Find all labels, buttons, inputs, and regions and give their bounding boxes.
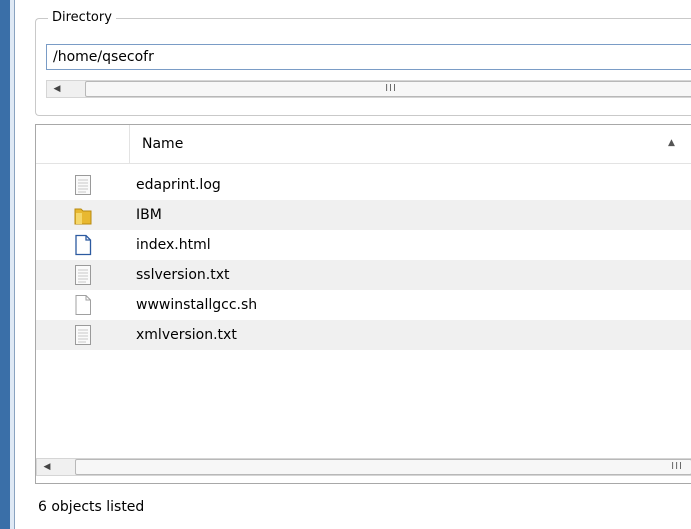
scroll-thumb[interactable]: III: [85, 81, 691, 97]
list-item[interactable]: edaprint.log: [36, 170, 691, 200]
html-file-icon: [75, 234, 92, 256]
scroll-left-arrow-icon[interactable]: ◀: [37, 459, 57, 475]
status-text: 6 objects listed: [38, 499, 145, 515]
window-frame-line: [14, 0, 15, 529]
scroll-thumb[interactable]: III: [75, 459, 691, 475]
file-name: sslversion.txt: [136, 267, 230, 283]
list-header: Name ▲: [36, 125, 691, 164]
list-item[interactable]: wwwinstallgcc.sh: [36, 290, 691, 320]
directory-legend: Directory: [48, 8, 116, 28]
directory-path-field[interactable]: /home/qsecofr: [46, 44, 691, 70]
blank-file-icon: [75, 295, 91, 315]
directory-horizontal-scrollbar[interactable]: ◀ III: [46, 80, 691, 98]
list-item[interactable]: IBM: [36, 200, 691, 230]
list-horizontal-scrollbar[interactable]: ◀ III: [36, 458, 691, 476]
file-name: index.html: [136, 237, 211, 253]
file-name: wwwinstallgcc.sh: [136, 297, 258, 313]
text-file-icon: [75, 325, 91, 345]
file-name: edaprint.log: [136, 177, 221, 193]
text-file-icon: [75, 265, 91, 285]
text-file-icon: [75, 175, 91, 195]
file-list: Name ▲ edaprint.log IBM index.html sslve…: [35, 124, 691, 484]
list-item[interactable]: index.html: [36, 230, 691, 260]
list-item[interactable]: xmlversion.txt: [36, 320, 691, 350]
header-separator: [129, 125, 130, 163]
column-header-name[interactable]: Name: [142, 136, 183, 152]
window-frame-left: [0, 0, 10, 529]
file-name: xmlversion.txt: [136, 327, 237, 343]
list-item[interactable]: sslversion.txt: [36, 260, 691, 290]
sort-ascending-icon: ▲: [668, 138, 675, 148]
folder-icon: [74, 208, 92, 225]
scroll-left-arrow-icon[interactable]: ◀: [47, 81, 67, 97]
file-name: IBM: [136, 207, 162, 223]
